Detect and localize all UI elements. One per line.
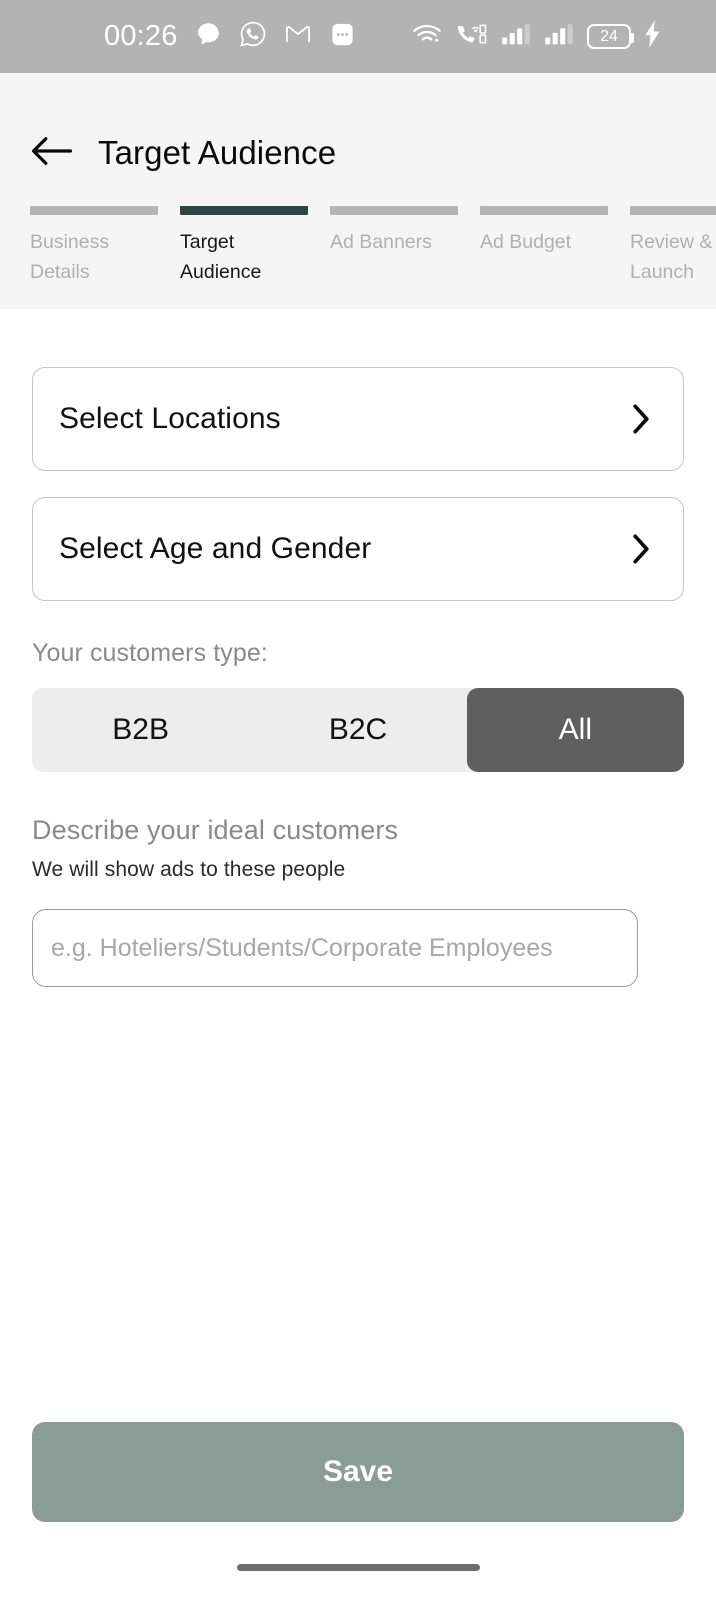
chat-bubble-icon — [195, 21, 222, 53]
back-button[interactable] — [30, 131, 74, 175]
describe-customers-input[interactable] — [32, 909, 638, 987]
signal-sim2-icon — [544, 22, 574, 51]
describe-customers-subtitle: We will show ads to these people — [32, 858, 684, 882]
chevron-right-icon — [626, 534, 656, 564]
status-bar: 00:26 — [0, 0, 716, 73]
battery-level-label: 24 — [600, 29, 618, 45]
gmail-icon — [284, 20, 312, 53]
system-navigation-bar — [0, 1522, 716, 1600]
select-locations-label: Select Locations — [59, 402, 281, 436]
segment-all[interactable]: All — [467, 688, 684, 772]
step-tab-label: Review & Launch — [630, 228, 716, 287]
battery-icon: 24 — [587, 24, 631, 49]
step-indicator-bar — [30, 206, 158, 215]
step-indicator-bar — [330, 206, 458, 215]
status-bar-right: 24 — [412, 20, 692, 53]
customers-type-segmented-control: B2B B2C All — [32, 688, 684, 772]
page-title: Target Audience — [98, 134, 336, 172]
charging-bolt-icon — [644, 20, 662, 53]
save-button[interactable]: Save — [32, 1422, 684, 1522]
step-indicator-bar — [480, 206, 608, 215]
step-tab-label: Target Audience — [180, 228, 308, 287]
arrow-left-icon — [31, 135, 73, 172]
app-bar: Target Audience — [0, 117, 716, 189]
app-root: 00:26 — [0, 0, 716, 1600]
whatsapp-icon — [239, 20, 267, 53]
wifi-icon — [412, 22, 442, 51]
step-tab-target-audience[interactable]: Target Audience — [180, 206, 308, 287]
step-tab-business-details[interactable]: Business Details — [30, 206, 158, 287]
call-signal-icon — [455, 21, 488, 52]
step-tabs: Business Details Target Audience Ad Bann… — [0, 189, 716, 309]
segment-b2b[interactable]: B2B — [32, 688, 249, 772]
top-gap — [32, 309, 684, 367]
describe-customers-title: Describe your ideal customers — [32, 815, 684, 846]
select-age-gender-row[interactable]: Select Age and Gender — [32, 497, 684, 601]
select-locations-row[interactable]: Select Locations — [32, 367, 684, 471]
content-spacer — [32, 987, 684, 1422]
step-tab-ad-banners[interactable]: Ad Banners — [330, 206, 458, 287]
main-content: Select Locations Select Age and Gender Y… — [0, 309, 716, 1522]
select-age-gender-label: Select Age and Gender — [59, 532, 371, 566]
status-clock: 00:26 — [104, 22, 178, 51]
step-indicator-bar — [180, 206, 308, 215]
step-tab-label: Ad Budget — [480, 228, 608, 258]
step-indicator-bar — [630, 206, 716, 215]
signal-sim1-icon — [501, 22, 531, 51]
step-tab-review-launch[interactable]: Review & Launch — [630, 206, 716, 287]
step-tab-label: Ad Banners — [330, 228, 458, 258]
chevron-right-icon — [626, 404, 656, 434]
home-indicator[interactable] — [237, 1564, 480, 1571]
messages-icon — [329, 21, 356, 53]
customers-type-label: Your customers type: — [32, 639, 684, 668]
card-gap — [32, 471, 684, 497]
status-bar-left: 00:26 — [104, 20, 356, 53]
segment-b2c[interactable]: B2C — [249, 688, 466, 772]
header-zone: Target Audience Business Details Target … — [0, 73, 716, 309]
step-tab-label: Business Details — [30, 228, 158, 287]
step-tab-ad-budget[interactable]: Ad Budget — [480, 206, 608, 287]
